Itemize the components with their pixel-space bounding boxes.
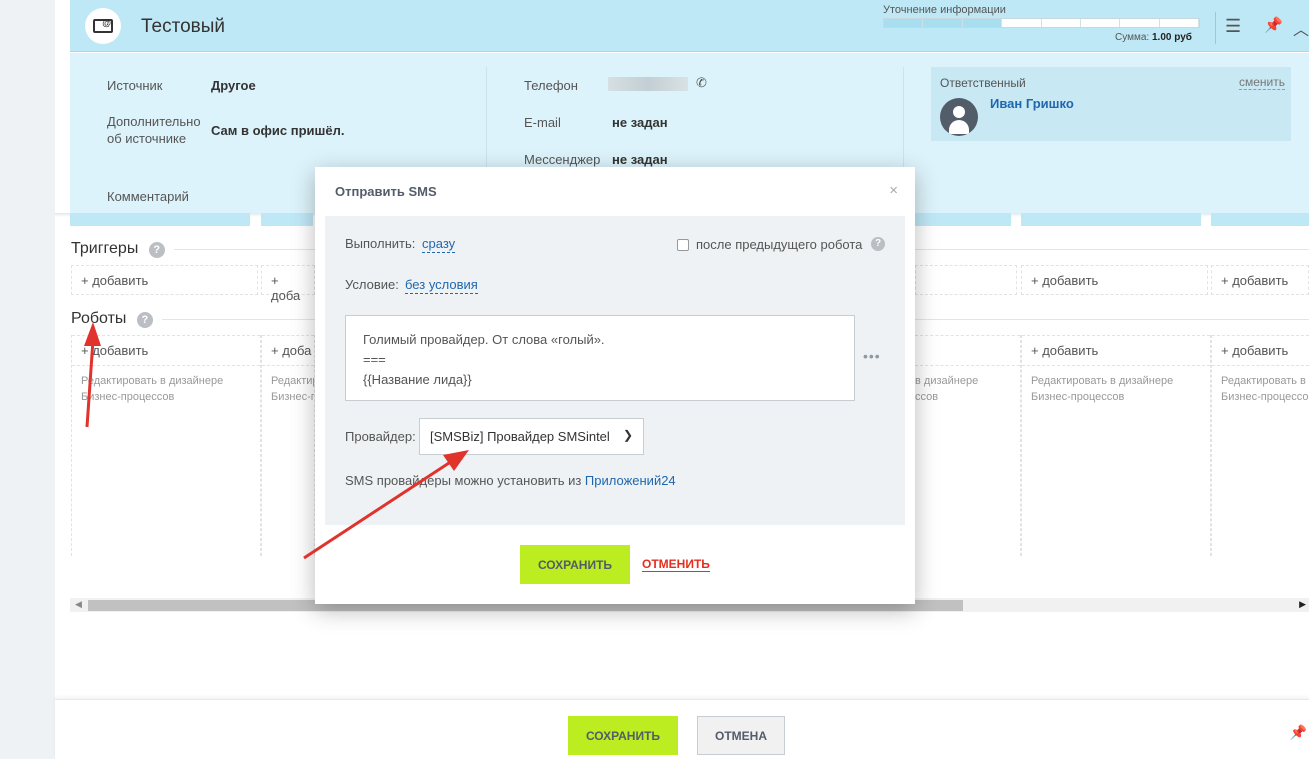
trigger-add-button[interactable]: + добавить bbox=[1211, 265, 1309, 295]
phone-call-icon[interactable]: ✆ bbox=[696, 75, 707, 91]
email-label: E-mail bbox=[524, 115, 561, 130]
progress-label: Уточнение информации bbox=[883, 4, 1006, 16]
progress-segment[interactable] bbox=[962, 19, 1003, 27]
lead-header: Тестовый Уточнение информации Сумма: 1.0… bbox=[70, 0, 1309, 52]
triggers-help-icon[interactable]: ? bbox=[148, 242, 165, 258]
sum-label: Сумма: bbox=[1115, 32, 1150, 43]
progress-segment[interactable] bbox=[1042, 19, 1081, 27]
header-separator bbox=[1215, 12, 1216, 44]
scroll-left-arrow-icon[interactable]: ◀ bbox=[75, 599, 82, 610]
robot-add-button[interactable]: + добавить bbox=[1031, 343, 1098, 358]
phone-value-blurred bbox=[608, 77, 688, 91]
stage-tab bbox=[915, 213, 1011, 226]
provider-selected-value: [SMSBiz] Провайдер SMSintel bbox=[430, 429, 610, 444]
dialog-save-button[interactable]: СОХРАНИТЬ bbox=[520, 545, 630, 584]
source-label: Источник bbox=[107, 78, 163, 93]
execute-label: Выполнить: bbox=[345, 236, 416, 251]
robots-title: Роботы ? bbox=[71, 310, 153, 328]
section-divider bbox=[915, 319, 1309, 320]
change-responsible-link[interactable]: сменить bbox=[1238, 75, 1285, 90]
robot-column: + добавить Редактировать в дизайнере Бизн… bbox=[1021, 335, 1211, 556]
trigger-add-button[interactable]: + добавить bbox=[1021, 265, 1208, 295]
dialog-title: Отправить SMS bbox=[335, 184, 437, 199]
condition-value-link[interactable]: без условия bbox=[405, 277, 478, 294]
pin-icon[interactable]: 📌 bbox=[1264, 16, 1283, 34]
stage-tab bbox=[1021, 213, 1201, 226]
responsible-box: Ответственный сменить Иван Гришко bbox=[931, 67, 1291, 141]
sum-value: 1.00 руб bbox=[1151, 32, 1192, 43]
email-value: не задан bbox=[612, 115, 668, 130]
trigger-add-button[interactable]: + доба bbox=[261, 265, 315, 303]
footer-pin-icon[interactable]: 📌 bbox=[1290, 724, 1307, 741]
progress-segment[interactable] bbox=[1120, 19, 1160, 27]
apps-link[interactable]: Приложений24 bbox=[585, 473, 676, 488]
robot-add-button[interactable]: + доба bbox=[271, 343, 311, 358]
section-divider bbox=[162, 319, 315, 320]
dialog-cancel-link[interactable]: ОТМЕНИТЬ bbox=[642, 557, 710, 572]
progress-segment[interactable] bbox=[1081, 19, 1121, 27]
robot-designer-hint[interactable]: Редактировать в д Бизнес-процессов bbox=[1221, 373, 1309, 405]
provider-label: Провайдер: bbox=[345, 429, 416, 444]
robots-help-icon[interactable]: ? bbox=[136, 312, 153, 328]
section-divider bbox=[915, 249, 1309, 250]
stage-tab bbox=[70, 213, 250, 226]
section-divider bbox=[174, 249, 315, 250]
help-icon[interactable]: ? bbox=[871, 237, 885, 251]
chevron-down-icon: ❯ bbox=[622, 428, 633, 442]
messenger-value: не задан bbox=[612, 152, 668, 167]
robots-title-text: Роботы bbox=[71, 310, 127, 327]
progress-segment[interactable] bbox=[884, 19, 924, 27]
robot-designer-hint[interactable]: Редактировать в дизайнере Бизнес-процессо… bbox=[81, 373, 223, 405]
triggers-title-text: Триггеры bbox=[71, 240, 139, 257]
robot-column: + доба Редактир Бизнес-п bbox=[261, 335, 315, 556]
trigger-add-cell bbox=[915, 265, 1017, 295]
trigger-add-button[interactable]: + добавить bbox=[71, 265, 258, 295]
robot-designer-hint[interactable]: Редактировать в дизайнере Бизнес-процессо… bbox=[1031, 373, 1173, 405]
execute-value-link[interactable]: сразу bbox=[422, 236, 456, 253]
progress-segment[interactable] bbox=[923, 19, 963, 27]
source-value: Другое bbox=[211, 78, 256, 93]
phone-label: Телефон bbox=[524, 78, 578, 93]
stage-tab bbox=[261, 213, 313, 226]
lead-contact-icon bbox=[85, 8, 121, 44]
extra-source-value: Сам в офис пришёл. bbox=[211, 123, 345, 138]
robot-add-button[interactable]: + добавить bbox=[81, 343, 148, 358]
robot-designer-hint[interactable]: Редактир Бизнес-п bbox=[271, 373, 314, 405]
dialog-body: Выполнить: сразу после предыдущего робот… bbox=[325, 216, 905, 525]
stage-progress-bar[interactable] bbox=[883, 18, 1200, 28]
robot-add-button[interactable]: + добавить bbox=[1221, 343, 1288, 358]
send-sms-dialog: Отправить SMS × Выполнить: сразу после п… bbox=[315, 167, 915, 604]
left-gutter bbox=[0, 0, 55, 759]
after-previous-label: после предыдущего робота bbox=[696, 237, 863, 252]
triggers-title: Триггеры ? bbox=[71, 240, 165, 258]
scroll-right-arrow-icon[interactable]: ▶ bbox=[1299, 599, 1306, 610]
providers-info: SMS провайдеры можно установить из Прило… bbox=[345, 473, 676, 488]
message-textarea[interactable]: Голимый провайдер. От слова «голый». ===… bbox=[345, 315, 855, 401]
robot-column: в дизайнере ссов bbox=[915, 335, 1021, 556]
collapse-chevron-icon[interactable]: ︿ bbox=[1293, 16, 1309, 40]
comment-label: Комментарий bbox=[107, 189, 189, 204]
progress-segment[interactable] bbox=[1160, 19, 1199, 27]
list-menu-icon[interactable]: ☰ bbox=[1225, 16, 1241, 37]
footer-cancel-button[interactable]: ОТМЕНА bbox=[697, 716, 785, 755]
responsible-label: Ответственный bbox=[940, 76, 1026, 90]
progress-segment[interactable] bbox=[1002, 19, 1042, 27]
robot-column: + добавить Редактировать в дизайнере Бизн… bbox=[71, 335, 261, 556]
after-previous-checkbox[interactable] bbox=[677, 239, 689, 251]
footer-save-button[interactable]: СОХРАНИТЬ bbox=[568, 716, 678, 755]
avatar bbox=[940, 98, 978, 136]
robot-designer-hint[interactable]: в дизайнере ссов bbox=[915, 373, 978, 405]
messenger-label: Мессенджер bbox=[524, 152, 601, 167]
close-icon[interactable]: × bbox=[889, 182, 898, 199]
provider-select[interactable]: [SMSBiz] Провайдер SMSintel ❯ bbox=[419, 418, 644, 455]
extra-source-label: Дополнительно об источнике bbox=[107, 114, 201, 146]
condition-label: Условие: bbox=[345, 277, 399, 292]
stage-tab bbox=[1211, 213, 1309, 226]
footer-bar: СОХРАНИТЬ ОТМЕНА 📌 bbox=[55, 699, 1309, 759]
robot-column: + добавить Редактировать в д Бизнес-проце… bbox=[1211, 335, 1309, 556]
responsible-name-link[interactable]: Иван Гришко bbox=[990, 96, 1074, 111]
lead-title: Тестовый bbox=[141, 16, 226, 37]
sum-display: Сумма: 1.00 руб bbox=[1115, 32, 1192, 43]
more-options-icon[interactable]: ••• bbox=[863, 348, 881, 364]
